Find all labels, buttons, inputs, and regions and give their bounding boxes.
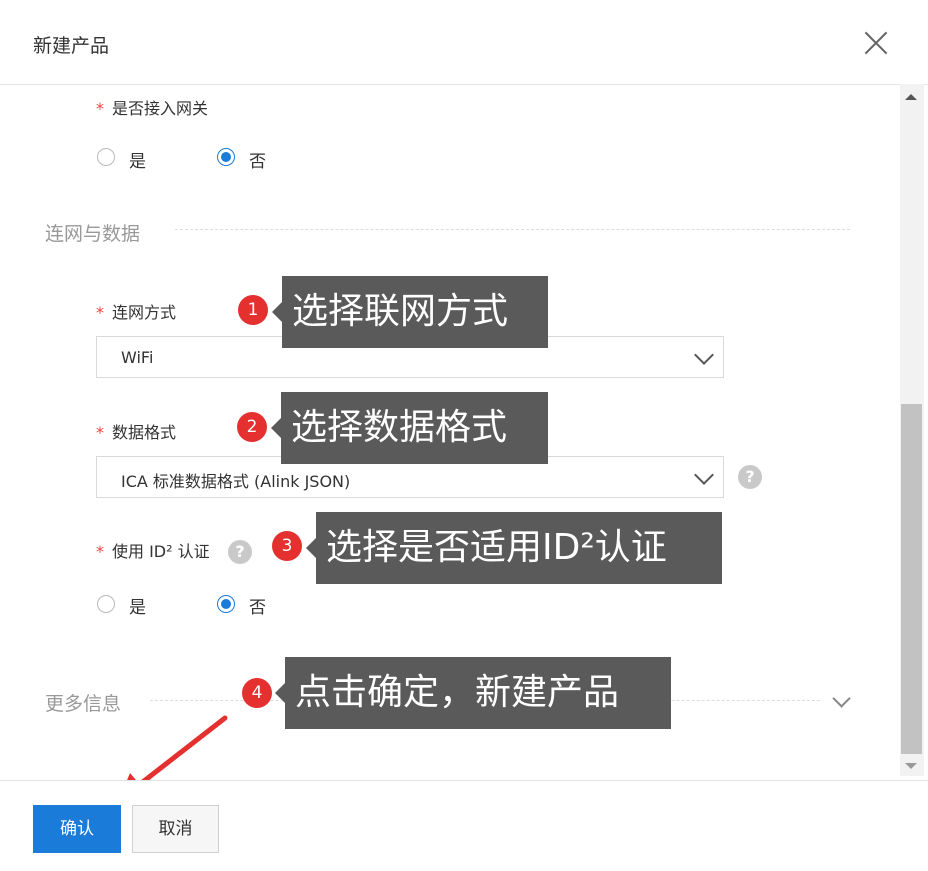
confirm-button[interactable]: 确认 — [33, 805, 121, 853]
cancel-button[interactable]: 取消 — [132, 805, 219, 853]
arrow-shaft — [132, 715, 228, 791]
annotation-arrow — [118, 715, 228, 802]
